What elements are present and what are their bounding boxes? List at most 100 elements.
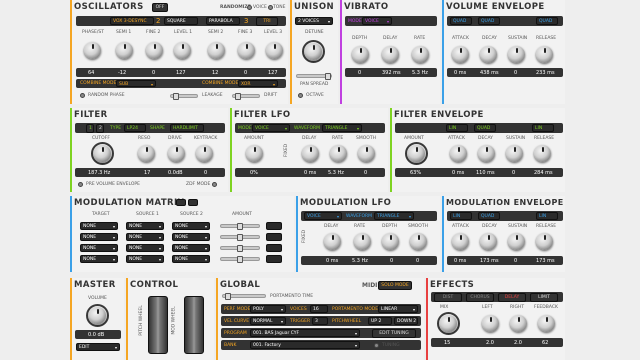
slider-thumb[interactable] (237, 256, 243, 263)
fine2-knob[interactable] (146, 42, 163, 59)
master-edit-select[interactable]: EDIT ▾ (76, 343, 120, 351)
matrix-source1-select[interactable]: NONE ▾ (126, 255, 164, 263)
filter-1-button[interactable]: 1 (86, 124, 94, 133)
drift-slider[interactable] (232, 93, 260, 100)
matrix-source1-select[interactable]: NONE ▾ (126, 233, 164, 241)
volenv-release-knob[interactable] (536, 46, 553, 63)
modenv-decay-knob[interactable] (480, 233, 497, 250)
flfo-waveform-select[interactable]: TRIANGLE ▾ (322, 124, 362, 132)
flfo-rate-knob[interactable] (330, 145, 347, 162)
fx-delay-button[interactable]: DELAY (498, 293, 526, 302)
zdf-mode-toggle[interactable] (212, 182, 217, 187)
fx-dist-button[interactable]: DIST (434, 293, 462, 302)
trigger-select[interactable]: 3 (312, 317, 328, 325)
bank-select[interactable]: 001. Factory ▾ (250, 341, 360, 349)
pitch-wheel[interactable] (148, 296, 168, 354)
matrix-amount-slider[interactable] (220, 223, 260, 230)
modenv-sustain-knob[interactable] (508, 233, 525, 250)
slider-thumb[interactable] (237, 245, 243, 252)
matrix-target-select[interactable]: NONE ▾ (80, 244, 118, 252)
unison-voices-select[interactable]: 2 VOICES ▾ (295, 17, 333, 25)
tri-button[interactable]: TRI (256, 17, 278, 26)
matrix-source2-select[interactable]: NONE ▾ (172, 255, 210, 263)
fenv-attack-knob[interactable] (450, 145, 467, 162)
modlfo-mode-select[interactable]: VOICE ▾ (304, 212, 342, 220)
flfo-amount-knob[interactable] (246, 145, 263, 162)
matrix-page-1-button[interactable] (176, 199, 186, 206)
pitchwheel-up-select[interactable]: UP 2 (368, 317, 392, 325)
modenv-shape-select-2[interactable]: QUAD (478, 212, 500, 220)
volenv-shape-select-1[interactable]: QUAD (450, 17, 472, 25)
voice-toggle[interactable] (247, 5, 252, 10)
program-select[interactable]: 001. BAS Jaguar CYF ▾ (250, 329, 360, 337)
matrix-target-select[interactable]: NONE ▾ (80, 233, 118, 241)
volenv-sustain-knob[interactable] (508, 46, 525, 63)
octave-toggle[interactable] (298, 93, 303, 98)
master-volume-knob[interactable] (89, 307, 106, 324)
fx-feedback-knob[interactable] (538, 315, 555, 332)
fenv-decay-knob[interactable] (478, 145, 495, 162)
osc-off-button[interactable]: OFF (152, 3, 168, 12)
level3-knob[interactable] (266, 42, 283, 59)
fx-chorus-button[interactable]: CHORUS (466, 293, 494, 302)
leakage-slider[interactable] (170, 93, 198, 100)
modlfo-smooth-knob[interactable] (410, 233, 427, 250)
matrix-amount-slider[interactable] (220, 245, 260, 252)
osc2-waveform-select[interactable]: SQUARE (164, 17, 198, 25)
flfo-smooth-knob[interactable] (358, 145, 375, 162)
perf-mode-select[interactable]: POLY ▾ (250, 305, 286, 313)
slider-thumb[interactable] (173, 93, 179, 100)
flfo-mode-select[interactable]: VOICE ▾ (252, 124, 290, 132)
fx-left-knob[interactable] (482, 315, 499, 332)
fenv-shape-select-1[interactable]: LIN (446, 124, 468, 132)
fenv-release-knob[interactable] (534, 145, 551, 162)
vel-curve-select[interactable]: NORMAL ▾ (250, 317, 286, 325)
edit-tuning-button[interactable]: EDIT TUNING (372, 329, 416, 338)
pan-spread-slider[interactable] (296, 73, 332, 80)
slider-thumb[interactable] (237, 223, 243, 230)
matrix-amount-slider[interactable] (220, 256, 260, 263)
semi1-knob[interactable] (116, 42, 133, 59)
matrix-source1-select[interactable]: NONE ▾ (126, 244, 164, 252)
fenv-sustain-knob[interactable] (506, 145, 523, 162)
pitchwheel-down-select[interactable]: DOWN 2 (394, 317, 418, 325)
matrix-page-2-button[interactable] (188, 199, 198, 206)
volenv-shape-select-3[interactable]: QUAD (536, 17, 558, 25)
fenv-shape-select-2[interactable]: QUAD (474, 124, 496, 132)
volenv-decay-knob[interactable] (480, 46, 497, 63)
pre-volume-envelope-toggle[interactable] (78, 182, 83, 187)
slider-thumb[interactable] (225, 293, 231, 300)
modlfo-delay-knob[interactable] (324, 233, 341, 250)
volenv-shape-select-2[interactable]: QUAD (478, 17, 500, 25)
modenv-attack-knob[interactable] (452, 233, 469, 250)
filter-type-select[interactable]: LP24 (124, 124, 146, 132)
matrix-source2-select[interactable]: NONE ▾ (172, 233, 210, 241)
fenv-shape-select-3[interactable]: LIN (532, 124, 554, 132)
matrix-target-select[interactable]: NONE ▾ (80, 222, 118, 230)
vibrato-mode-select[interactable]: VOICE ▾ (362, 17, 392, 25)
modlfo-waveform-select[interactable]: TRIANGLE ▾ (374, 212, 414, 220)
fine3-knob[interactable] (238, 42, 255, 59)
vibrato-rate-knob[interactable] (412, 46, 429, 63)
voices-select[interactable]: 16 (310, 305, 328, 313)
modlfo-depth-knob[interactable] (382, 233, 399, 250)
portamento-slider[interactable] (222, 293, 266, 300)
vibrato-delay-knob[interactable] (382, 46, 399, 63)
filter-2-button[interactable]: 2 (96, 124, 104, 133)
matrix-target-select[interactable]: NONE ▾ (80, 255, 118, 263)
portamento-mode-select[interactable]: LINEAR ▾ (378, 305, 418, 313)
solo-mode-button[interactable]: SOLO MODE (378, 281, 412, 290)
combine-mode-2-select[interactable]: XOR ▾ (238, 80, 278, 87)
fx-limit-button[interactable]: LIMIT (530, 293, 558, 302)
phase-knob[interactable] (84, 42, 101, 59)
semi2-knob[interactable] (208, 42, 225, 59)
modenv-release-knob[interactable] (536, 233, 553, 250)
filter-shape-select[interactable]: HARDLIMIT (170, 124, 204, 132)
flfo-delay-knob[interactable] (302, 145, 319, 162)
volenv-attack-knob[interactable] (452, 46, 469, 63)
reso-knob[interactable] (138, 145, 155, 162)
slider-thumb[interactable] (235, 93, 241, 100)
level1-knob[interactable] (174, 42, 191, 59)
fx-right-knob[interactable] (510, 315, 527, 332)
tuning-toggle[interactable] (374, 343, 379, 348)
